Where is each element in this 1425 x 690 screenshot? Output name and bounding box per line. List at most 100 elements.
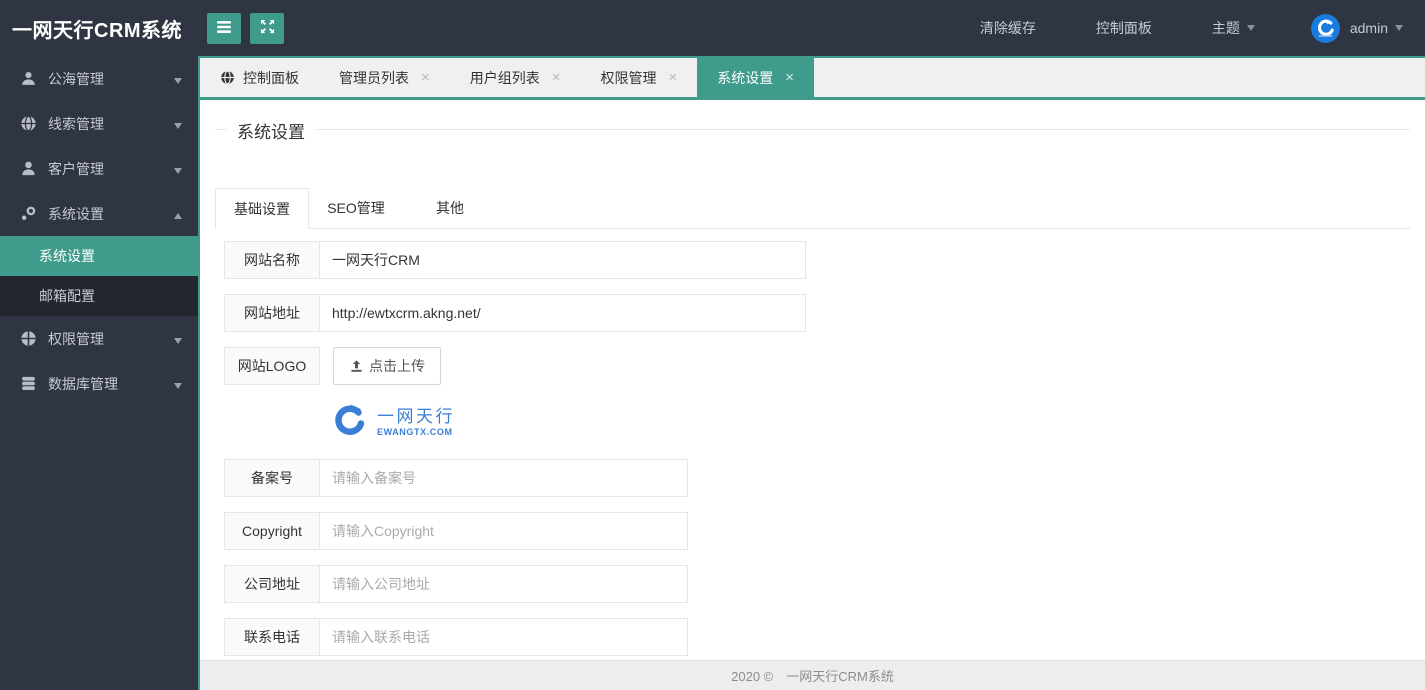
field-label: 联系电话	[224, 618, 320, 656]
body: 公海管理 线索管理 客户管理 系统设置 系统设置 邮箱配置 权限管理 数据库管理 控制面板 管理…	[0, 56, 1425, 690]
field-label: 网站地址	[224, 294, 320, 332]
open-tabs-bar: 控制面板 管理员列表 × 用户组列表 × 权限管理 × 系统设置 ×	[200, 56, 1425, 100]
person-icon	[20, 160, 37, 177]
fullscreen-button[interactable]	[250, 12, 284, 44]
header-links: 清除缓存 控制面板 主题	[950, 18, 1285, 38]
upload-icon	[349, 359, 364, 374]
field-input-4[interactable]	[319, 512, 688, 550]
open-tab-label: 管理员列表	[339, 69, 409, 86]
tab-seo[interactable]: SEO管理	[309, 188, 403, 228]
header-actions: 清除缓存 控制面板 主题 admin	[950, 13, 1425, 43]
header-link-theme[interactable]: 主题	[1182, 18, 1285, 38]
field-input-6[interactable]	[319, 618, 688, 656]
user-name: admin	[1349, 20, 1388, 36]
header-link-control-panel[interactable]: 控制面板	[1066, 18, 1182, 38]
fullscreen-icon	[260, 19, 275, 37]
app-title: 一网天行CRM系统	[12, 19, 183, 42]
close-icon[interactable]: ×	[785, 70, 794, 85]
brand-name: 一网天行	[377, 407, 455, 427]
field-input-3[interactable]	[319, 459, 688, 497]
brand-logo-text: 一网天行 EWANGTX.COM	[377, 407, 455, 437]
avatar[interactable]	[1310, 13, 1340, 43]
sidebar-item-public-sea[interactable]: 公海管理	[0, 56, 198, 101]
open-tab-label: 控制面板	[243, 69, 299, 86]
user-icon	[20, 70, 37, 87]
open-tab-label: 用户组列表	[469, 69, 540, 86]
gears-icon	[20, 205, 37, 222]
sidebar-item-label: 权限管理	[48, 330, 104, 347]
sidebar-submenu: 系统设置 邮箱配置	[0, 236, 198, 316]
field-label: 备案号	[224, 459, 320, 497]
top-header: 一网天行CRM系统 清除缓存 控制面板 主题 admin	[0, 0, 1425, 56]
sidebar-item-label: 系统设置	[48, 205, 104, 222]
tab-basic-settings[interactable]: 基础设置	[215, 188, 309, 229]
sidebar-item-customers[interactable]: 客户管理	[0, 146, 198, 191]
header-link-label: 主题	[1211, 20, 1240, 36]
upload-button-label: 点击上传	[369, 358, 425, 374]
close-icon[interactable]: ×	[421, 70, 430, 85]
open-tab-user-group-list[interactable]: 用户组列表 ×	[450, 58, 581, 97]
field-input-1[interactable]	[319, 294, 806, 332]
field-input-5[interactable]	[319, 565, 688, 603]
chevron-down-icon	[174, 161, 182, 177]
form-row: 联系电话	[224, 618, 1410, 656]
sidebar-subitem-mail-config[interactable]: 邮箱配置	[0, 276, 198, 316]
open-tab-label: 系统设置	[717, 69, 774, 86]
globe-icon	[20, 115, 37, 132]
footer-text: 2020 © 一网天行CRM系统	[731, 669, 894, 684]
footer: 2020 © 一网天行CRM系统	[200, 660, 1425, 690]
globe-grid-icon	[20, 330, 37, 347]
open-tab-label: 权限管理	[600, 69, 657, 86]
upload-button[interactable]: 点击上传	[333, 347, 441, 385]
settings-form: 网站名称网站地址网站LOGO 点击上传一网天行EWANGTX.COM 备案号 Copy…	[224, 241, 1410, 690]
page-content: 系统设置 基础设置SEO管理其他 网站名称网站地址网站LOGO 点击上传一网天行E…	[200, 100, 1425, 690]
field-label: 公司地址	[224, 565, 320, 603]
field-input-0[interactable]	[319, 241, 806, 279]
chevron-down-icon	[1395, 25, 1403, 31]
form-row: 备案号	[224, 459, 1410, 497]
sidebar-item-label: 线索管理	[48, 115, 104, 132]
section-title-divider: 系统设置	[215, 123, 1410, 155]
chevron-down-icon	[174, 71, 182, 87]
chevron-down-icon	[174, 116, 182, 132]
sidebar-item-system[interactable]: 系统设置	[0, 191, 198, 236]
chevron-down-icon	[1246, 25, 1255, 31]
settings-tabs: 基础设置 SEO管理 其他	[215, 188, 1410, 229]
database-icon	[20, 375, 37, 392]
form-row: 公司地址	[224, 565, 1410, 603]
open-tab-system-settings[interactable]: 系统设置 ×	[697, 58, 815, 97]
app-window: 一网天行CRM系统 清除缓存 控制面板 主题 admin 公海管理 线索管理 客…	[0, 0, 1425, 690]
sidebar-item-label: 数据库管理	[48, 375, 118, 392]
header-link-clear-cache[interactable]: 清除缓存	[950, 18, 1066, 38]
chevron-down-icon	[174, 376, 182, 392]
sidebar-item-database[interactable]: 数据库管理	[0, 361, 198, 406]
sidebar-item-label: 客户管理	[48, 160, 104, 177]
sidebar-subitem-system-settings[interactable]: 系统设置	[0, 236, 198, 276]
tab-other[interactable]: 其他	[403, 188, 497, 228]
form-row: 网站名称	[224, 241, 1410, 279]
sidebar-item-permissions[interactable]: 权限管理	[0, 316, 198, 361]
header-link-label: 控制面板	[1095, 20, 1152, 36]
sidebar-item-leads[interactable]: 线索管理	[0, 101, 198, 146]
close-icon[interactable]: ×	[669, 70, 678, 85]
collapse-menu-button[interactable]	[207, 12, 241, 44]
brand-logo-icon	[330, 402, 370, 442]
field-label: Copyright	[224, 512, 320, 550]
user-menu[interactable]: admin	[1350, 20, 1403, 36]
sidebar-item-label: 公海管理	[48, 70, 104, 87]
globe-icon	[220, 70, 235, 85]
open-tab-control-panel[interactable]: 控制面板	[200, 58, 319, 97]
open-tab-admin-list[interactable]: 管理员列表 ×	[319, 58, 450, 97]
chevron-down-icon	[174, 331, 182, 347]
sidebar: 公海管理 线索管理 客户管理 系统设置 系统设置 邮箱配置 权限管理 数据库管理	[0, 56, 198, 690]
field-label: 网站名称	[224, 241, 320, 279]
close-icon[interactable]: ×	[552, 70, 561, 85]
sidebar-nav: 公海管理 线索管理 客户管理 系统设置 系统设置 邮箱配置 权限管理 数据库管理	[0, 56, 198, 406]
form-row: 网站LOGO 点击上传	[224, 347, 1410, 385]
form-row: 网站地址	[224, 294, 1410, 332]
page-title: 系统设置	[227, 123, 315, 142]
hamburger-icon	[216, 20, 232, 37]
open-tab-permission-mgmt[interactable]: 权限管理 ×	[581, 58, 698, 97]
chevron-up-icon	[174, 206, 182, 222]
brand-domain: EWANGTX.COM	[377, 426, 453, 437]
